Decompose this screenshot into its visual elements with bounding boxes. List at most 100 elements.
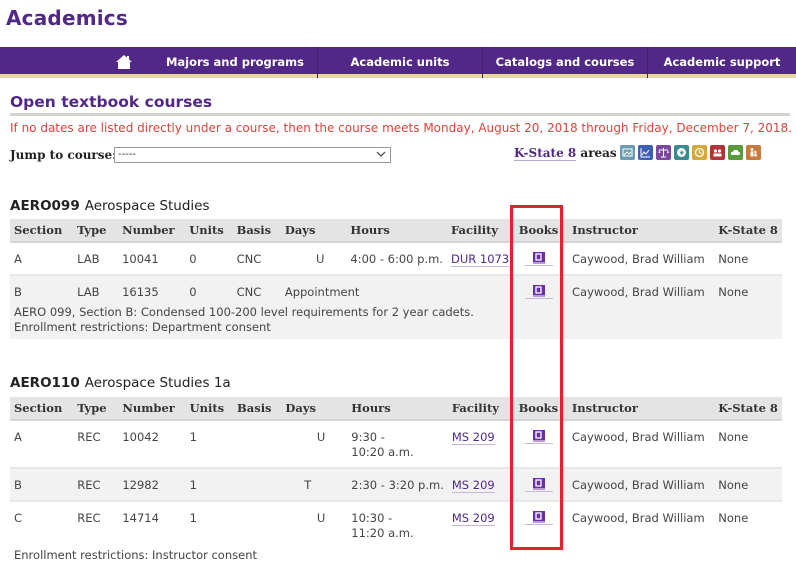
instructor-cell: Caywood, Brad William: [567, 500, 715, 549]
nav-item-academic-units[interactable]: Academic units: [318, 47, 482, 78]
k-state-8-link[interactable]: K-State 8: [514, 146, 577, 161]
column-header-days: Days: [281, 397, 340, 421]
type-cell: LAB: [73, 274, 119, 302]
column-header-number: Number: [118, 397, 186, 421]
home-icon[interactable]: [115, 54, 133, 70]
books-cell: [515, 242, 568, 275]
k-state-8-cell: None: [718, 430, 749, 444]
column-header-type: Type: [73, 219, 119, 243]
k-state-8-cell: None: [714, 274, 782, 302]
global-issues-icon[interactable]: [674, 145, 689, 160]
column-header-section: Section: [10, 219, 74, 243]
number-cell: 10042: [122, 430, 159, 444]
type-cell: REC: [73, 467, 119, 501]
units-cell: 0: [185, 274, 233, 302]
column-header-hours: Hours: [339, 397, 448, 421]
books-link[interactable]: [524, 285, 553, 299]
basis-cell: [233, 467, 282, 501]
site-title[interactable]: Academics: [6, 6, 128, 30]
k-state-8-cell: None: [714, 500, 782, 549]
enrollment-restriction: Enrollment restrictions: Department cons…: [14, 320, 271, 334]
k-state-8-cell: None: [718, 252, 749, 266]
facility-cell: MS 209: [448, 420, 515, 468]
course-code: AERO099: [10, 198, 80, 214]
sections-table: Section Type Number Units Basis Days Hou…: [10, 397, 782, 549]
days-cell: Appointment: [280, 274, 515, 302]
section-cell: A: [14, 430, 22, 444]
units-cell: 0: [189, 252, 197, 266]
course-heading: AERO099 Aerospace Studies: [10, 198, 210, 214]
jump-to-course-label: Jump to course:: [10, 148, 117, 162]
books-cell: [515, 420, 568, 468]
section-cell: A: [14, 252, 22, 266]
ethical-reasoning-icon[interactable]: [656, 145, 671, 160]
column-header-facility: Facility: [447, 397, 515, 421]
books-link[interactable]: [524, 478, 553, 492]
enrollment-restriction: Enrollment restrictions: Instructor cons…: [14, 548, 257, 562]
type-cell: REC: [73, 500, 119, 549]
number-cell: 14714: [118, 500, 186, 549]
section-cell: C: [10, 500, 74, 549]
books-link[interactable]: [524, 252, 553, 266]
natural-physical-sciences-icon[interactable]: [728, 145, 743, 160]
table-row: B LAB 16135 0 CNC Appointment Caywood, B…: [10, 274, 782, 302]
instructor-cell: Caywood, Brad William: [572, 252, 705, 266]
facility-link[interactable]: MS 209: [451, 511, 495, 526]
facility-cell: DUR 1073: [447, 242, 515, 275]
chevron-down-icon: [376, 151, 386, 157]
nav-item-catalogs-and-courses[interactable]: Catalogs and courses: [483, 47, 647, 78]
instructor-cell: Caywood, Brad William: [568, 274, 715, 302]
k-state-8-icon-row: [620, 145, 761, 160]
books-link[interactable]: [524, 511, 553, 525]
nav-item-academic-support[interactable]: Academic support: [648, 47, 796, 78]
schedule-notice: If no dates are listed directly under a …: [10, 121, 793, 135]
human-diversity-icon[interactable]: [710, 145, 725, 160]
facility-cell: MS 209: [447, 467, 515, 501]
social-behavioral-sciences-icon[interactable]: [746, 145, 761, 160]
section-note: AERO 099, Section B: Condensed 100-200 l…: [14, 305, 474, 319]
column-header-number: Number: [118, 219, 186, 243]
facility-cell: MS 209: [447, 500, 515, 549]
section-notes: AERO 099, Section B: Condensed 100-200 l…: [10, 302, 782, 339]
k-state-8-areas: K-State 8 areas: [514, 146, 617, 161]
facility-link[interactable]: MS 209: [451, 430, 495, 445]
course-heading: AERO110 Aerospace Studies 1a: [10, 375, 231, 391]
section-cell: B: [10, 274, 74, 302]
empirical-quantitative-icon[interactable]: [638, 145, 653, 160]
table-header-row: Section Type Number Units Basis Days Hou…: [10, 397, 782, 421]
table-row: C REC 14714 1 U 10:30 -11:20 a.m. MS 209…: [10, 500, 782, 549]
book-icon: [532, 252, 545, 264]
page-title: Open textbook courses: [10, 93, 213, 111]
hours-cell: 10:30 -11:20 a.m.: [339, 500, 448, 549]
instructor-cell: Caywood, Brad William: [571, 430, 705, 444]
days-cell: U: [281, 500, 340, 549]
jump-to-course-select[interactable]: -----: [114, 147, 391, 163]
basis-cell: CNC: [236, 252, 262, 266]
course-name: Aerospace Studies 1a: [84, 375, 231, 391]
books-cell: [514, 500, 568, 549]
jump-to-course-value: -----: [118, 149, 137, 160]
column-header-basis: Basis: [232, 219, 281, 243]
instructor-cell: Caywood, Brad William: [567, 467, 715, 501]
column-header-books: Books: [514, 397, 568, 421]
hours-cell: 2:30 - 3:20 p.m.: [339, 467, 448, 501]
table-row: A LAB 10041 0 CNC U 4:00 - 6:00 p.m. DUR…: [10, 242, 782, 275]
main-nav: Majors and programs Academic units Catal…: [0, 47, 796, 78]
facility-link[interactable]: MS 209: [451, 478, 495, 493]
number-cell: 10041: [122, 252, 159, 266]
book-icon: [532, 478, 545, 490]
hours-start: 10:30 -: [351, 511, 393, 525]
aesthetic-interpretation-icon[interactable]: [620, 145, 635, 160]
column-header-k-state-8: K-State 8: [714, 219, 782, 243]
table-header-row: Section Type Number Units Basis Days Hou…: [10, 219, 782, 243]
historical-perspectives-icon[interactable]: [692, 145, 707, 160]
books-link[interactable]: [524, 430, 553, 444]
k-state-8-cell: None: [714, 467, 782, 501]
books-cell: [514, 274, 568, 302]
column-header-books: Books: [514, 219, 568, 243]
book-icon: [532, 285, 545, 297]
nav-item-majors-and-programs[interactable]: Majors and programs: [160, 47, 310, 78]
column-header-hours: Hours: [338, 219, 447, 243]
days-cell: T: [281, 467, 340, 501]
facility-link[interactable]: DUR 1073: [450, 252, 510, 267]
